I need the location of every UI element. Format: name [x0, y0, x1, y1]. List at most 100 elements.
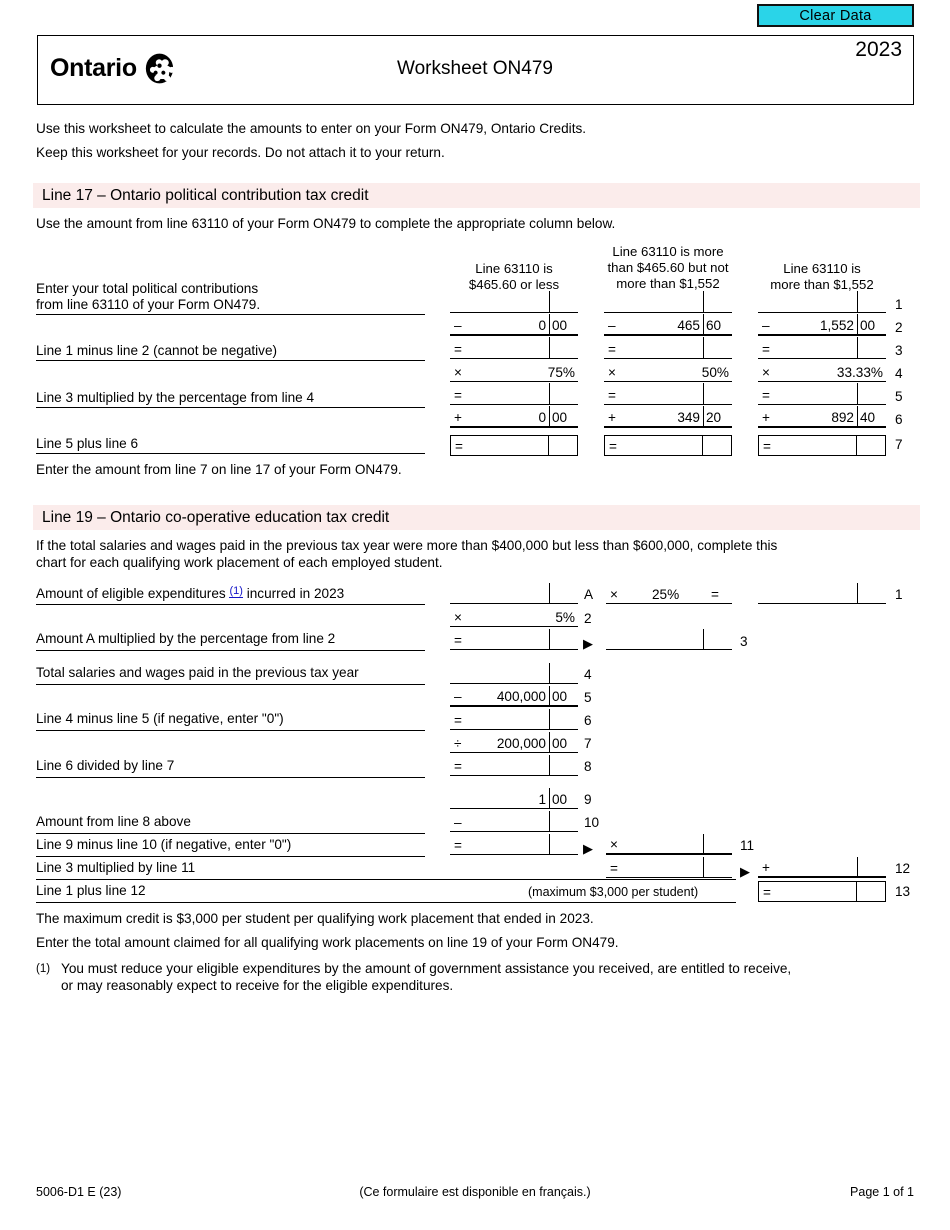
s17-r4-op-b: × [608, 365, 616, 381]
s17-rownum-6: 6 [895, 412, 903, 427]
s19-r3-carry-cell[interactable] [606, 629, 732, 650]
s17-rownum-7: 7 [895, 437, 903, 452]
intro-line-2: Keep this worksheet for your records. Do… [36, 145, 445, 160]
column-header-c: Line 63110 is more than $1,552 [770, 261, 874, 292]
s19-r13-rule [36, 902, 736, 903]
footnote-marker: (1) [36, 963, 51, 975]
s17-r2-op-b: – [608, 318, 616, 334]
s17-r6-dollars-a: 0 [538, 410, 546, 426]
s19-rownum-4: 4 [584, 667, 592, 682]
s17-r1-cell-a[interactable] [450, 291, 578, 313]
s17-r1-cell-c[interactable] [758, 291, 886, 313]
s19-r7-op: ÷ [454, 736, 462, 752]
s19-r8-cell[interactable]: = [450, 755, 578, 776]
s19-r12-plus-cell[interactable]: + [758, 857, 886, 878]
s19-r4-cell[interactable] [450, 663, 578, 684]
s17-row5-label: Line 3 multiplied by the percentage from… [36, 390, 315, 405]
s17-r6-cents-b: 20 [706, 410, 722, 426]
s17-r2-dollars-a: 0 [538, 318, 546, 334]
s19-r5-cell: – 400,000 00 [450, 686, 578, 707]
s19-r11-rule [36, 856, 425, 857]
s19-marker-a: A [584, 587, 594, 602]
s17-r6-cents-a: 00 [552, 410, 568, 426]
s19-r13-op: = [763, 885, 771, 901]
section-19-title: Line 19 – Ontario co-operative education… [42, 508, 390, 526]
s19-r3-cell[interactable]: = [450, 629, 578, 650]
s19-instruction-l1: If the total salaries and wages paid in … [36, 538, 778, 553]
s19-r3-rule [36, 650, 425, 651]
s19-r12-label: Line 3 multiplied by line 11 [36, 860, 196, 875]
s19-rownum-6: 6 [584, 713, 592, 728]
s19-r11-factor-cell[interactable]: × [606, 834, 732, 855]
s17-r5-cell-b[interactable]: = [604, 383, 732, 405]
s17-r3-op-b: = [608, 342, 616, 358]
s17-r2-cell-c: – 1,552 00 [758, 314, 886, 336]
s19-instruction-l2: chart for each qualifying work placement… [36, 555, 443, 570]
s19-r5-dollars: 400,000 [496, 689, 546, 705]
s19-r1-result-cell[interactable] [758, 583, 886, 604]
s17-r2-cents-b: 60 [706, 318, 722, 334]
s19-r12-cell[interactable]: = [606, 857, 732, 878]
s17-r3-cell-b[interactable]: = [604, 337, 732, 359]
s17-row5-rule [36, 407, 425, 408]
s19-r12-plus: + [762, 860, 770, 876]
s19-r10-rule [36, 833, 425, 834]
s17-r3-cell-c[interactable]: = [758, 337, 886, 359]
s17-r4-op-a: × [454, 365, 462, 381]
s19-r5-op: – [454, 689, 462, 705]
s17-r3-cell-a[interactable]: = [450, 337, 578, 359]
s17-r4-pct-b: 50% [701, 365, 729, 381]
s19-r1-amount-a[interactable] [450, 583, 578, 604]
s17-row1-rule [36, 314, 425, 315]
s19-r1-equals: = [711, 587, 719, 603]
s19-rownum-5: 5 [584, 690, 592, 705]
s17-r7-cell-c[interactable]: = [758, 435, 886, 456]
s19-rownum-3: 3 [740, 634, 748, 649]
s19-r8-op: = [454, 759, 462, 775]
s19-r9-dollars: 1 [538, 792, 546, 808]
s19-r4-label: Total salaries and wages paid in the pre… [36, 665, 359, 680]
footer-french-note: (Ce formulaire est disponible en françai… [359, 1185, 591, 1199]
s17-r4-pct-a: 75% [547, 365, 575, 381]
s19-r2-times: × [454, 610, 462, 626]
s17-r7-cell-a[interactable]: = [450, 435, 578, 456]
s19-r6-cell[interactable]: = [450, 709, 578, 730]
s19-r11-cell[interactable]: = [450, 834, 578, 855]
s19-r11-times: × [610, 837, 618, 853]
s17-rownum-4: 4 [895, 366, 903, 381]
s19-rownum-10: 10 [584, 815, 600, 830]
s19-r6-op: = [454, 713, 462, 729]
s19-r11-label: Line 9 minus line 10 (if negative, enter… [36, 837, 292, 852]
clear-data-button[interactable]: Clear Data [757, 4, 914, 27]
section-17-instruction: Use the amount from line 63110 of your F… [36, 216, 616, 231]
s19-r10-cell[interactable]: – [450, 811, 578, 832]
s19-r11-arrow-icon: ▶ [583, 841, 593, 856]
s17-r2-dollars-b: 465 [677, 318, 700, 334]
s19-r1-label-pre: Amount of eligible expenditures [36, 586, 226, 601]
footnote-line-1: You must reduce your eligible expenditur… [61, 961, 792, 976]
s19-rownum-12: 12 [895, 861, 911, 876]
s19-rownum-1: 1 [895, 587, 903, 602]
page-title: Worksheet ON479 [397, 58, 553, 79]
s19-max-note: (maximum $3,000 per student) [528, 885, 699, 899]
s17-r5-cell-a[interactable]: = [450, 383, 578, 405]
s19-r13-total-cell[interactable]: = [758, 881, 886, 902]
s19-r9-cents: 00 [552, 792, 568, 808]
s19-r8-label: Line 6 divided by line 7 [36, 758, 175, 773]
s17-r2-cell-a: – 0 00 [450, 314, 578, 336]
s17-r5-cell-c[interactable]: = [758, 383, 886, 405]
s19-r1-rate-cell: × 25% = [606, 583, 732, 604]
s17-r1-cell-b[interactable] [604, 291, 732, 313]
s17-r2-cents-c: 00 [860, 318, 876, 334]
s17-r2-op-c: – [762, 318, 770, 334]
clear-data-label: Clear Data [799, 7, 872, 24]
s17-r6-op-c: + [762, 410, 770, 426]
s17-r7-cell-b[interactable]: = [604, 435, 732, 456]
s19-r1-times: × [610, 587, 618, 603]
s17-rownum-5: 5 [895, 389, 903, 404]
footnote-reference-link[interactable]: (1) [229, 585, 243, 598]
section-header-line-17: Line 17 – Ontario political contribution… [33, 183, 920, 208]
footnote-line-2: or may reasonably expect to receive for … [61, 978, 454, 993]
s17-rownum-1: 1 [895, 297, 903, 312]
s19-r3-arrow-icon: ▶ [583, 636, 593, 651]
